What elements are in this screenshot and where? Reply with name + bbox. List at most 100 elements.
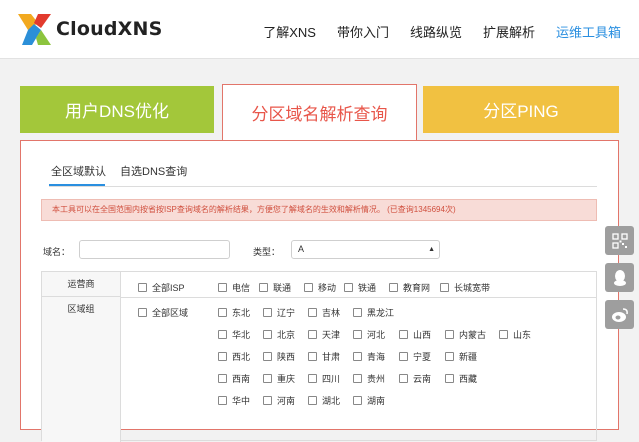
checkbox-box[interactable] bbox=[445, 374, 454, 383]
query-count: 1345694 bbox=[413, 205, 445, 214]
checkbox-label: 华北 bbox=[232, 330, 251, 340]
checkbox-label: 东北 bbox=[232, 308, 251, 318]
logo[interactable]: CloudXNS bbox=[18, 13, 162, 45]
checkbox-box[interactable] bbox=[353, 330, 362, 339]
checkbox-box[interactable] bbox=[218, 308, 227, 317]
nav-about-xns[interactable]: 了解XNS bbox=[263, 22, 316, 41]
checkbox-province[interactable]: 黑龙江 bbox=[353, 306, 394, 319]
checkbox-province[interactable]: 西藏 bbox=[445, 372, 477, 385]
record-type-select[interactable]: A ▲ bbox=[291, 240, 440, 259]
checkbox-province[interactable]: 甘肃 bbox=[308, 350, 340, 363]
checkbox-province[interactable]: 云南 bbox=[399, 372, 431, 385]
checkbox-box[interactable] bbox=[263, 352, 272, 361]
checkbox-province[interactable]: 四川 bbox=[308, 372, 340, 385]
checkbox-province[interactable]: 内蒙古 bbox=[445, 328, 486, 341]
checkbox-box[interactable] bbox=[308, 374, 317, 383]
checkbox-isp-telecom[interactable]: 电信 bbox=[218, 281, 250, 294]
checkbox-box[interactable] bbox=[344, 283, 353, 292]
tab-user-dns-optimization[interactable]: 用户DNS优化 bbox=[20, 86, 214, 133]
checkbox-box[interactable] bbox=[218, 352, 227, 361]
checkbox-isp-education[interactable]: 教育网 bbox=[389, 281, 430, 294]
domain-input[interactable] bbox=[79, 240, 230, 259]
checkbox-box[interactable] bbox=[399, 374, 408, 383]
checkbox-box[interactable] bbox=[389, 283, 398, 292]
checkbox-province[interactable]: 天津 bbox=[308, 328, 340, 341]
tab-regional-ping[interactable]: 分区PING bbox=[423, 86, 619, 133]
nav-getting-started[interactable]: 带你入门 bbox=[337, 22, 389, 41]
weibo-button[interactable] bbox=[605, 300, 634, 329]
checkbox-province[interactable]: 北京 bbox=[263, 328, 295, 341]
nav-line-overview[interactable]: 线路纵览 bbox=[410, 22, 462, 41]
checkbox-box[interactable] bbox=[308, 330, 317, 339]
checkbox-box[interactable] bbox=[218, 283, 227, 292]
checkbox-box[interactable] bbox=[399, 352, 408, 361]
checkbox-box[interactable] bbox=[353, 396, 362, 405]
checkbox-box[interactable] bbox=[308, 308, 317, 317]
checkbox-box[interactable] bbox=[218, 330, 227, 339]
tab-regional-dns-query[interactable]: 分区域名解析查询 bbox=[222, 84, 417, 140]
checkbox-box[interactable] bbox=[308, 396, 317, 405]
checkbox-province[interactable]: 河南 bbox=[263, 394, 295, 407]
checkbox-province[interactable]: 山西 bbox=[399, 328, 431, 341]
subtab-custom-dns-query[interactable]: 自选DNS查询 bbox=[120, 163, 187, 179]
checkbox-box[interactable] bbox=[308, 352, 317, 361]
checkbox-box[interactable] bbox=[218, 374, 227, 383]
checkbox-box[interactable] bbox=[499, 330, 508, 339]
checkbox-box[interactable] bbox=[445, 330, 454, 339]
checkbox-label: 全部区域 bbox=[152, 308, 189, 318]
checkbox-group-north[interactable]: 华北 bbox=[218, 328, 250, 341]
checkbox-label: 长城宽带 bbox=[454, 283, 491, 293]
checkbox-province[interactable]: 宁夏 bbox=[399, 350, 431, 363]
checkbox-isp-mobile[interactable]: 移动 bbox=[304, 281, 336, 294]
checkbox-province[interactable]: 新疆 bbox=[445, 350, 477, 363]
checkbox-box[interactable] bbox=[353, 352, 362, 361]
qq-button[interactable] bbox=[605, 263, 634, 292]
info-notice: 本工具可以在全国范围内按省按ISP查询域名的解析结果，方便您了解域名的生效和解析… bbox=[41, 199, 597, 221]
checkbox-province[interactable]: 湖北 bbox=[308, 394, 340, 407]
nav-ops-toolbox[interactable]: 运维工具箱 bbox=[556, 22, 621, 41]
checkbox-group-northwest[interactable]: 西北 bbox=[218, 350, 250, 363]
checkbox-box[interactable] bbox=[445, 352, 454, 361]
checkbox-box[interactable] bbox=[263, 308, 272, 317]
checkbox-province[interactable]: 辽宁 bbox=[263, 306, 295, 319]
checkbox-box[interactable] bbox=[138, 283, 147, 292]
checkbox-group-central[interactable]: 华中 bbox=[218, 394, 250, 407]
checkbox-province[interactable]: 湖南 bbox=[353, 394, 385, 407]
checkbox-isp-unicom[interactable]: 联通 bbox=[259, 281, 291, 294]
checkbox-box[interactable] bbox=[218, 396, 227, 405]
nav-extended-resolution[interactable]: 扩展解析 bbox=[483, 22, 535, 41]
checkbox-province[interactable]: 河北 bbox=[353, 328, 385, 341]
checkbox-box[interactable] bbox=[259, 283, 268, 292]
checkbox-isp-tietong[interactable]: 铁通 bbox=[344, 281, 376, 294]
checkbox-box[interactable] bbox=[138, 308, 147, 317]
checkbox-box[interactable] bbox=[263, 396, 272, 405]
checkbox-province[interactable]: 重庆 bbox=[263, 372, 295, 385]
checkbox-province[interactable]: 陕西 bbox=[263, 350, 295, 363]
checkbox-province[interactable]: 山东 bbox=[499, 328, 531, 341]
checkbox-box[interactable] bbox=[440, 283, 449, 292]
checkbox-all-isp[interactable]: 全部ISP bbox=[138, 281, 185, 294]
checkbox-province[interactable]: 吉林 bbox=[308, 306, 340, 319]
region-row-label: 区域组 bbox=[42, 297, 121, 442]
checkbox-isp-great-wall[interactable]: 长城宽带 bbox=[440, 281, 490, 294]
qr-code-button[interactable] bbox=[605, 226, 634, 255]
checkbox-province[interactable]: 贵州 bbox=[353, 372, 385, 385]
checkbox-box[interactable] bbox=[353, 374, 362, 383]
checkbox-province[interactable]: 青海 bbox=[353, 350, 385, 363]
checkbox-box[interactable] bbox=[263, 330, 272, 339]
checkbox-group-northeast[interactable]: 东北 bbox=[218, 306, 250, 319]
checkbox-box[interactable] bbox=[399, 330, 408, 339]
domain-label: 域名： bbox=[43, 247, 71, 257]
checkbox-box[interactable] bbox=[353, 308, 362, 317]
checkbox-label: 铁通 bbox=[358, 283, 377, 293]
checkbox-label: 内蒙古 bbox=[459, 330, 487, 340]
subtab-all-regions-default[interactable]: 全区域默认 bbox=[51, 163, 106, 179]
checkbox-group-southwest[interactable]: 西南 bbox=[218, 372, 250, 385]
checkbox-label: 湖南 bbox=[367, 396, 386, 406]
checkbox-box[interactable] bbox=[263, 374, 272, 383]
checkbox-label: 西藏 bbox=[459, 374, 478, 384]
checkbox-label: 甘肃 bbox=[322, 352, 341, 362]
checkbox-label: 青海 bbox=[367, 352, 386, 362]
checkbox-all-regions[interactable]: 全部区域 bbox=[138, 306, 188, 319]
checkbox-box[interactable] bbox=[304, 283, 313, 292]
